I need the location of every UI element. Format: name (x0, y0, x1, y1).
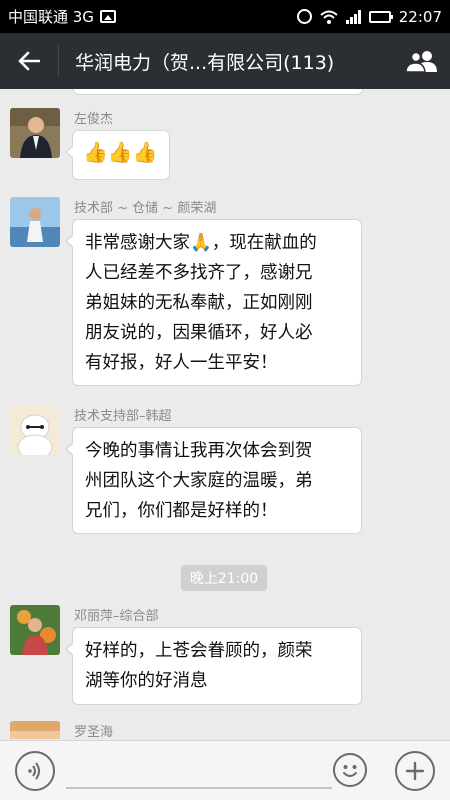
avatar[interactable] (10, 721, 60, 739)
status-bar: 中国联通 3G 22:07 (0, 0, 450, 33)
message-item: 邓丽萍–综合部 好样的，上苍会眷顾的，颜荣 湖等你的好消息 (10, 605, 440, 705)
sender-name: 邓丽萍–综合部 (74, 609, 159, 624)
plus-icon (405, 761, 425, 781)
message-text-line: 人已经差不多找齐了，感谢兄 (85, 263, 313, 283)
group-members-button[interactable] (394, 33, 450, 89)
signal-icon (345, 9, 361, 24)
carrier-label: 中国联通 3G (8, 8, 94, 26)
message-bubble[interactable]: 今晚的事情让我再次体会到贺 州团队这个大家庭的温暖，弟 兄们，你们都是好样的！ (65, 427, 362, 534)
people-icon (405, 51, 437, 73)
arrow-left-icon (18, 51, 40, 71)
voice-input-button[interactable] (15, 751, 55, 791)
chat-list[interactable]: 左俊杰 👍👍👍 技术部 ~ 仓储 ~ 颜荣湖 非常感谢大家🙏，现在献血的 人已经… (0, 89, 450, 739)
message-item: 左俊杰 👍👍👍 (10, 108, 440, 190)
avatar[interactable] (10, 197, 60, 247)
chat-title: 华润电力（贺...有限公司(113) (75, 51, 335, 74)
message-item: 技术支持部–韩超 今晚的事情让我再次体会到贺 州团队这个大家庭的温暖，弟 兄们，… (10, 405, 440, 540)
message-text-line: 有好报，好人一生平安！ (85, 353, 278, 373)
alarm-icon (296, 9, 312, 24)
emoji-button[interactable] (333, 753, 367, 787)
header-divider (58, 45, 59, 77)
message-bubble[interactable]: 好样的，上苍会眷顾的，颜荣 湖等你的好消息 (65, 627, 362, 705)
avatar[interactable] (10, 108, 60, 158)
sender-name: 左俊杰 (74, 112, 114, 127)
message-bubble[interactable]: 👍👍👍 (65, 130, 170, 180)
smiley-icon (343, 765, 357, 777)
more-options-button[interactable] (395, 751, 435, 791)
message-bubble[interactable]: 非常感谢大家🙏，现在献血的 人已经差不多找齐了，感谢兄 弟姐妹的无私奉献，正如刚… (65, 219, 362, 386)
message-text-line: 朋友说的，因果循环，好人必 (85, 323, 313, 343)
message-text-line: 今晚的事情让我再次体会到贺 (85, 441, 313, 461)
message-text-line: 湖等你的好消息 (85, 671, 208, 691)
avatar[interactable] (10, 605, 60, 655)
battery-icon (368, 10, 393, 23)
message-text-line: 兄们，你们都是好样的！ (85, 501, 278, 521)
avatar[interactable] (10, 405, 60, 455)
back-button[interactable] (0, 33, 58, 89)
clock-time: 22:07 (398, 7, 442, 26)
input-bar (0, 740, 450, 800)
message-item: 技术部 ~ 仓储 ~ 颜荣湖 非常感谢大家🙏，现在献血的 人已经差不多找齐了，感… (10, 197, 440, 393)
message-text-line: 非常感谢大家🙏，现在献血的 (85, 233, 317, 253)
message-text-line: 州团队这个大家庭的温暖，弟 (85, 471, 313, 491)
message-text-line: 弟姐妹的无私奉献，正如刚刚 (85, 293, 313, 313)
wifi-icon (320, 10, 338, 24)
message-item: 罗圣海 (10, 721, 440, 739)
message-text-line: 好样的，上苍会眷顾的，颜荣 (85, 641, 313, 661)
previous-message-bubble (73, 89, 363, 95)
time-separator: 晚上21:00 (181, 565, 267, 591)
voice-icon (28, 762, 40, 780)
sender-name: 罗圣海 (74, 725, 114, 739)
sender-name: 技术支持部–韩超 (74, 409, 172, 424)
message-input[interactable] (66, 753, 332, 789)
chat-header: 华润电力（贺...有限公司(113) (0, 33, 450, 89)
message-text: 👍👍👍 (83, 140, 158, 164)
sender-name: 技术部 ~ 仓储 ~ 颜荣湖 (74, 201, 217, 216)
image-notification-icon (99, 10, 116, 23)
